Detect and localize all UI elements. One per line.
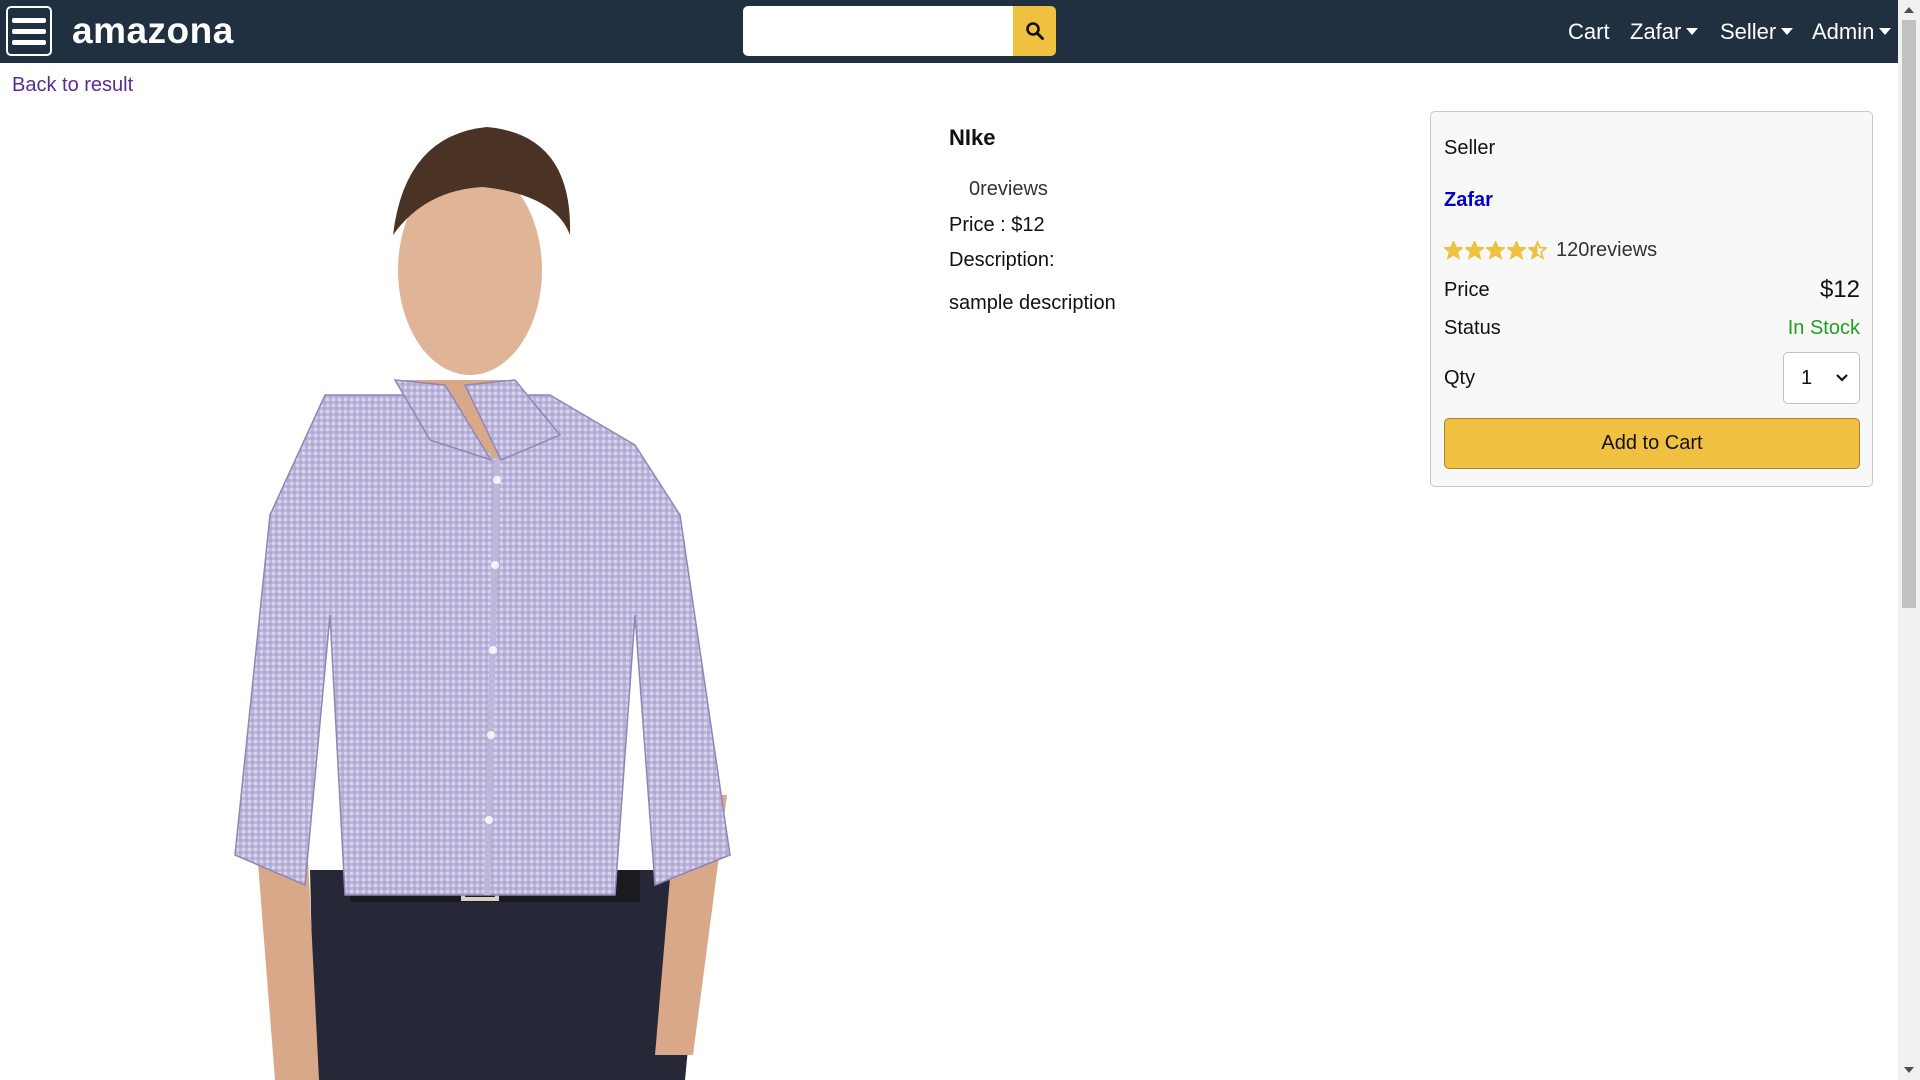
- caret-down-icon: [1686, 28, 1699, 35]
- star-icon: [1486, 241, 1505, 260]
- card-price-label: Price: [1444, 278, 1490, 301]
- seller-card: Seller Zafar 120reviews Price $12 Status…: [1430, 111, 1873, 487]
- seller-name-link[interactable]: Zafar: [1444, 189, 1860, 212]
- search-input[interactable]: [743, 6, 1013, 56]
- scroll-up-arrow-icon[interactable]: [1904, 7, 1914, 13]
- nav-cart-label: Cart: [1568, 18, 1610, 44]
- status-badge: In Stock: [1787, 317, 1860, 339]
- product-reviews-count: 0reviews: [969, 178, 1048, 200]
- menu-icon[interactable]: [6, 6, 52, 56]
- back-to-result-link[interactable]: Back to result: [12, 74, 133, 97]
- scrollbar-thumb[interactable]: [1902, 20, 1916, 608]
- caret-down-icon: [1781, 28, 1794, 35]
- page-scrollbar[interactable]: [1898, 0, 1920, 1080]
- brand-logo[interactable]: amazona: [72, 8, 234, 54]
- star-icon: [1465, 241, 1484, 260]
- card-price-row: Price $12: [1444, 276, 1860, 304]
- chevron-down-icon: [1836, 374, 1848, 382]
- card-qty-row: Qty 1: [1444, 352, 1860, 404]
- scroll-down-arrow-icon[interactable]: [1904, 1067, 1914, 1073]
- nav-seller-dropdown[interactable]: Seller: [1720, 0, 1794, 63]
- product-price: Price : $12: [949, 214, 1045, 236]
- caret-down-icon: [1879, 28, 1892, 35]
- card-price-value: $12: [1819, 276, 1860, 303]
- product-image: [234, 127, 731, 1080]
- nav-admin-dropdown[interactable]: Admin: [1812, 0, 1892, 63]
- product-title: NIke: [949, 125, 996, 150]
- seller-rating: 120reviews: [1444, 239, 1860, 262]
- search-button[interactable]: [1013, 6, 1056, 56]
- search-icon: [1025, 22, 1044, 40]
- card-status-label: Status: [1444, 317, 1501, 339]
- rating-stars: [1444, 241, 1547, 260]
- qty-selected-value: 1: [1801, 366, 1813, 389]
- star-icon: [1507, 241, 1526, 260]
- add-to-cart-button[interactable]: Add to Cart: [1444, 418, 1860, 469]
- description-label: Description:: [949, 249, 1055, 271]
- qty-label: Qty: [1444, 366, 1476, 389]
- nav-admin-label: Admin: [1812, 18, 1875, 44]
- top-navbar: amazona Cart Zafar Seller Admin: [0, 0, 1898, 63]
- product-description: sample description: [949, 292, 1116, 314]
- nav-cart-link[interactable]: Cart: [1568, 0, 1610, 63]
- star-icon: [1444, 241, 1463, 260]
- nav-user-label: Zafar: [1630, 18, 1682, 44]
- seller-reviews-count: 120reviews: [1556, 239, 1658, 261]
- star-half-icon: [1528, 241, 1547, 260]
- card-status-row: Status In Stock: [1444, 317, 1860, 340]
- nav-user-dropdown[interactable]: Zafar: [1630, 0, 1699, 63]
- nav-seller-label: Seller: [1720, 18, 1777, 44]
- seller-label: Seller: [1444, 137, 1496, 159]
- qty-select[interactable]: 1: [1783, 352, 1860, 404]
